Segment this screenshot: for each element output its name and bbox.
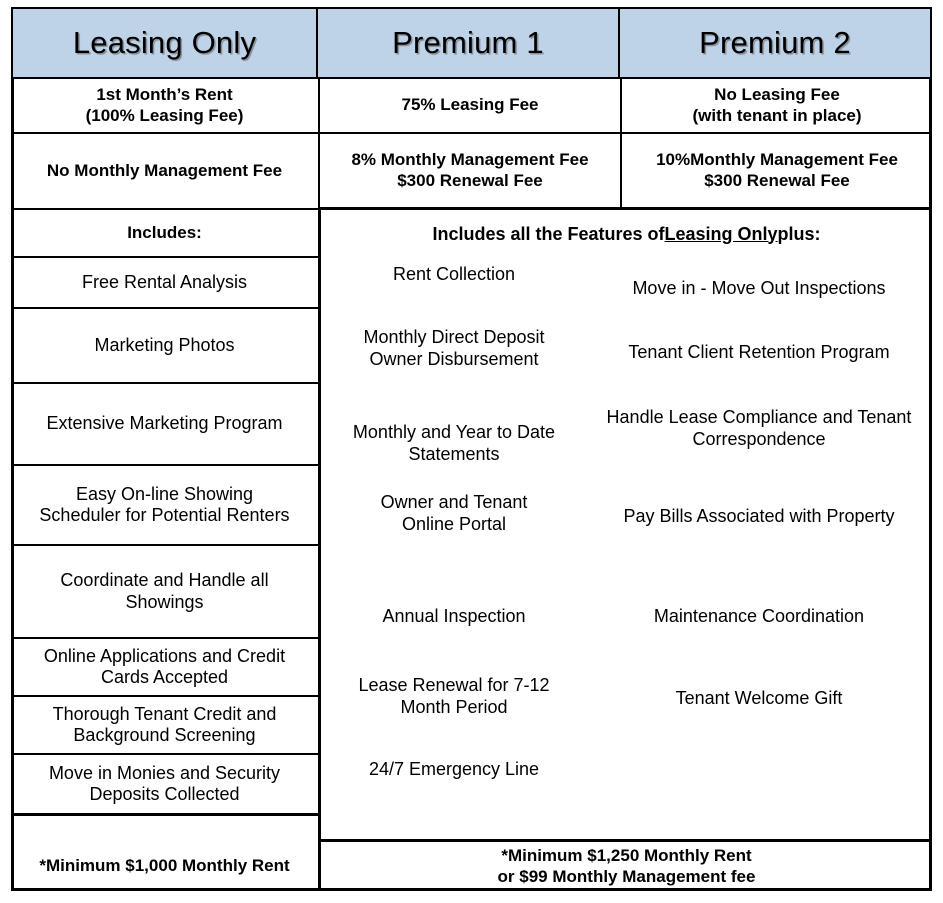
fee-cell-leasing-fee-leasing-only: 1st Month’s Rent (100% Leasing Fee) — [11, 79, 318, 134]
table-header-row: Leasing Only Premium 1 Premium 2 — [11, 7, 932, 79]
premium-2-list-item: Pay Bills Associated with Property — [623, 506, 895, 526]
premium-2-list-item: Tenant Client Retention Program — [628, 342, 890, 362]
premium-2-list-item: Move in - Move Out Inspections — [632, 278, 886, 298]
premium-1-list-item: Rent Collection — [392, 264, 516, 284]
column-header-premium-1: Premium 1 — [318, 7, 620, 79]
includes-suffix: plus: — [777, 223, 821, 244]
includes-header-row: Includes: Includes all the Features of L… — [11, 210, 932, 258]
includes-label-premium: Includes all the Features of Leasing Onl… — [318, 210, 932, 258]
premium-1-list-item: Lease Renewal for 7-12 Month Period — [358, 675, 550, 717]
fee-rows: 1st Month’s Rent (100% Leasing Fee) 75% … — [11, 79, 932, 210]
premium-1-list-item: 24/7 Emergency Line — [368, 759, 540, 779]
column-header-label: Premium 1 — [392, 25, 544, 60]
premium-1-list-item: Annual Inspection — [382, 606, 526, 626]
list-item: Coordinate and Handle all Showings — [11, 546, 318, 639]
footer-minimum-leasing-only: *Minimum $1,000 Monthly Rent — [39, 856, 290, 876]
list-item: Thorough Tenant Credit and Background Sc… — [11, 697, 318, 755]
column-header-leasing-only: Leasing Only — [11, 7, 318, 79]
column-header-label: Premium 2 — [699, 25, 851, 60]
leasing-only-feature-list: Free Rental Analysis Marketing Photos Ex… — [11, 258, 318, 816]
premium-2-list-item: Handle Lease Compliance and Tenant Corre… — [606, 407, 912, 449]
footer-minimum-premium: *Minimum $1,250 Monthly Rent or $99 Mont… — [318, 842, 932, 891]
premium-feature-area: Rent Collection Monthly Direct Deposit O… — [318, 258, 932, 842]
fee-cell-management-fee-premium-1: 8% Monthly Management Fee $300 Renewal F… — [318, 134, 620, 210]
includes-label-leasing-only: Includes: — [11, 210, 318, 258]
list-item: Marketing Photos — [11, 309, 318, 384]
premium-1-list-item: Monthly and Year to Date Statements — [352, 422, 556, 464]
list-item: Extensive Marketing Program — [11, 384, 318, 466]
footer-row: *Minimum $1,000 Monthly Rent *Minimum $1… — [11, 842, 932, 891]
premium-2-list-item: Maintenance Coordination — [653, 606, 865, 626]
includes-prefix: Includes all the Features of — [432, 223, 665, 244]
fee-cell-leasing-fee-premium-2: No Leasing Fee (with tenant in place) — [620, 79, 932, 134]
column-header-premium-2: Premium 2 — [620, 7, 932, 79]
list-item: Move in Monies and Security Deposits Col… — [11, 755, 318, 816]
pricing-comparison-table: Leasing Only Premium 1 Premium 2 1st Mon… — [11, 7, 932, 891]
premium-1-list-item: Monthly Direct Deposit Owner Disbursemen… — [363, 327, 545, 369]
list-item: Free Rental Analysis — [11, 258, 318, 309]
column-header-label: Leasing Only — [72, 25, 257, 60]
premium-2-list-item: Tenant Welcome Gift — [675, 688, 843, 708]
includes-underlined-term: Leasing Only — [664, 223, 778, 244]
list-item: Easy On-line Showing Scheduler for Poten… — [11, 466, 318, 546]
list-item: Online Applications and Credit Cards Acc… — [11, 639, 318, 697]
fee-cell-management-fee-leasing-only: No Monthly Management Fee — [11, 134, 318, 210]
premium-1-list-item: Owner and Tenant Online Portal — [380, 492, 528, 534]
fee-cell-management-fee-premium-2: 10%Monthly Management Fee $300 Renewal F… — [620, 134, 932, 210]
fee-cell-leasing-fee-premium-1: 75% Leasing Fee — [318, 79, 620, 134]
